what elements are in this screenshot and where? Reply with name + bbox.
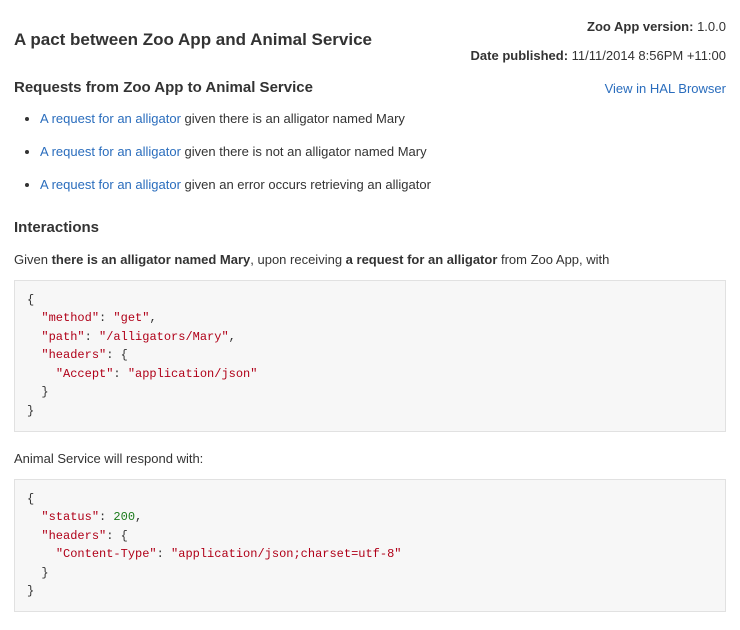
given-state: there is an alligator named Mary — [52, 252, 251, 267]
respond-line: Animal Service will respond with: — [14, 450, 726, 469]
request-text: given there is an alligator named Mary — [181, 111, 405, 126]
request-link[interactable]: A request for an alligator — [40, 177, 181, 192]
upon-text: , upon receiving — [250, 252, 345, 267]
request-text: given an error occurs retrieving an alli… — [181, 177, 431, 192]
version-value: 1.0.0 — [697, 19, 726, 34]
request-name: a request for an alligator — [346, 252, 498, 267]
date-label: Date published: — [471, 48, 569, 63]
request-link[interactable]: A request for an alligator — [40, 111, 181, 126]
list-item: A request for an alligator given there i… — [40, 143, 726, 162]
version-label: Zoo App version: — [587, 19, 693, 34]
date-value: 11/11/2014 8:56PM +11:00 — [572, 48, 726, 63]
list-item: A request for an alligator given there i… — [40, 110, 726, 129]
request-code-block: { "method": "get", "path": "/alligators/… — [14, 280, 726, 432]
requests-list: A request for an alligator given there i… — [14, 110, 726, 195]
given-prefix: Given — [14, 252, 52, 267]
request-link[interactable]: A request for an alligator — [40, 144, 181, 159]
response-code-block: { "status": 200, "headers": { "Content-T… — [14, 479, 726, 613]
meta-block: Zoo App version: 1.0.0 Date published: 1… — [471, 18, 726, 99]
from-suffix: from Zoo App, with — [497, 252, 609, 267]
page-root: Zoo App version: 1.0.0 Date published: 1… — [0, 0, 740, 612]
list-item: A request for an alligator given an erro… — [40, 176, 726, 195]
request-text: given there is not an alligator named Ma… — [181, 144, 427, 159]
date-line: Date published: 11/11/2014 8:56PM +11:00 — [471, 47, 726, 66]
version-line: Zoo App version: 1.0.0 — [471, 18, 726, 37]
hal-browser-link[interactable]: View in HAL Browser — [605, 80, 726, 99]
interactions-heading: Interactions — [14, 217, 726, 239]
interaction-sentence: Given there is an alligator named Mary, … — [14, 251, 726, 270]
